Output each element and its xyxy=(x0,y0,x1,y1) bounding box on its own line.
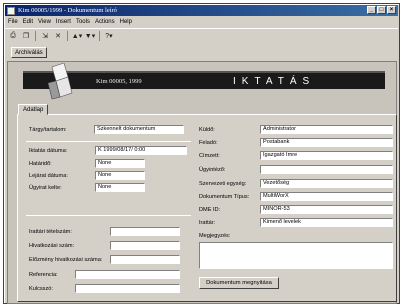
doctype-label: Dokumentum Típus: xyxy=(199,194,250,200)
menu-file[interactable]: File xyxy=(8,19,18,25)
note-label: Megjegyzés: xyxy=(199,233,231,239)
print-icon[interactable]: ⎙ xyxy=(8,31,18,41)
reference-field[interactable] xyxy=(75,270,180,279)
subject-label: Tárgy/tartalom: xyxy=(29,127,67,133)
prev-ref-label: Előzmény hivatkozási száma: xyxy=(29,257,103,263)
menu-tools[interactable]: Tools xyxy=(76,19,90,25)
ref-no-label: Hivatkozási szám: xyxy=(29,243,75,249)
tab-adatlap[interactable]: Adatlap xyxy=(18,104,49,115)
banner-title: IKTATÁS xyxy=(233,76,316,87)
addressee-field[interactable]: Igazgató Imre xyxy=(260,151,393,160)
addressee-label: Címzett: xyxy=(199,153,220,159)
minimize-button[interactable]: _ xyxy=(367,6,376,14)
expiry-label: Lejárat dátuma: xyxy=(29,173,68,179)
date-field[interactable]: K 1999/08/17/ 0:00 xyxy=(95,146,187,155)
menu-bar: File Edit View Insert Tools Actions Help xyxy=(5,17,398,27)
dme-id-label: DME ID: xyxy=(199,207,221,213)
deadline-field[interactable]: None xyxy=(95,159,145,168)
menu-help[interactable]: Help xyxy=(120,19,132,25)
previous-item-icon[interactable]: ▲▾ xyxy=(72,31,82,41)
menu-edit[interactable]: Edit xyxy=(23,19,33,25)
prev-ref-field[interactable] xyxy=(110,255,180,264)
reference-label: Referencia: xyxy=(29,272,58,278)
archive-button[interactable]: Archiválás xyxy=(11,47,47,58)
keyword-field[interactable] xyxy=(75,284,180,293)
divider xyxy=(26,215,191,216)
date-label: Iktatás dátuma: xyxy=(29,148,68,154)
subject-field[interactable]: Szkennelt dokumentum xyxy=(94,125,184,134)
menu-insert[interactable]: Insert xyxy=(56,19,71,25)
sender-label: Feladó: xyxy=(199,140,218,146)
toolbar: ⎙ ❐ ⇲ ✕ ▲▾ ▼▾ ?▾ xyxy=(5,28,398,42)
move-to-folder-icon[interactable]: ⇲ xyxy=(40,31,50,41)
form-area: Kim 00005, 1999 IKTATÁS Adatlap Tárgy/ta… xyxy=(7,61,397,304)
divider xyxy=(26,141,191,142)
menu-view[interactable]: View xyxy=(38,19,51,25)
sender-field[interactable]: Postabank xyxy=(260,138,393,147)
expiry-field[interactable]: None xyxy=(95,171,145,180)
org-unit-label: Szervezeti egység: xyxy=(199,181,247,187)
note-textarea[interactable] xyxy=(199,242,393,269)
casetype-label: Ügyirat kelte: xyxy=(29,185,62,191)
document-icon xyxy=(7,6,15,15)
clerk-field[interactable] xyxy=(260,165,393,174)
ref-no-field[interactable] xyxy=(110,241,180,250)
app-window: Kim 00005/1999 - Dokumentum leíró _ □ × … xyxy=(3,3,400,304)
open-document-button[interactable]: Dokumentum megnyitása xyxy=(199,277,279,289)
banner-subtitle: Kim 00005, 1999 xyxy=(96,78,142,85)
org-unit-field[interactable]: Vezetőség xyxy=(260,179,393,188)
registry-label: Irattár: xyxy=(199,220,216,226)
title-bar: Kim 00005/1999 - Dokumentum leíró _ □ × xyxy=(5,5,398,16)
dme-id-field[interactable]: MINOR-53 xyxy=(260,205,393,214)
window-title: Kim 00005/1999 - Dokumentum leíró xyxy=(18,7,117,14)
keyword-label: Kulcsszó: xyxy=(29,286,53,292)
logo-icon xyxy=(47,63,73,100)
doctype-field[interactable]: MultiWorX xyxy=(260,192,393,201)
registry-field[interactable]: Kimenő levelek xyxy=(260,218,393,227)
clerk-label: Ügyintéző: xyxy=(199,167,226,173)
from-label: Küldő: xyxy=(199,127,215,133)
deadline-label: Határidő: xyxy=(29,161,52,167)
menu-actions[interactable]: Actions xyxy=(95,19,115,25)
copy-icon[interactable]: ❐ xyxy=(21,31,31,41)
next-item-icon[interactable]: ▼▾ xyxy=(85,31,95,41)
maximize-button[interactable]: □ xyxy=(377,6,386,14)
from-field[interactable]: Administrator xyxy=(260,125,393,134)
help-icon[interactable]: ?▾ xyxy=(104,31,114,41)
casetype-field[interactable]: None xyxy=(95,183,145,192)
delete-icon[interactable]: ✕ xyxy=(53,31,63,41)
archive-item-field[interactable] xyxy=(110,227,180,236)
close-button[interactable]: × xyxy=(387,6,396,14)
details-panel: Tárgy/tartalom: Szkennelt dokumentum Ikt… xyxy=(17,114,397,302)
archive-item-label: Irattári tételszám: xyxy=(29,229,72,235)
